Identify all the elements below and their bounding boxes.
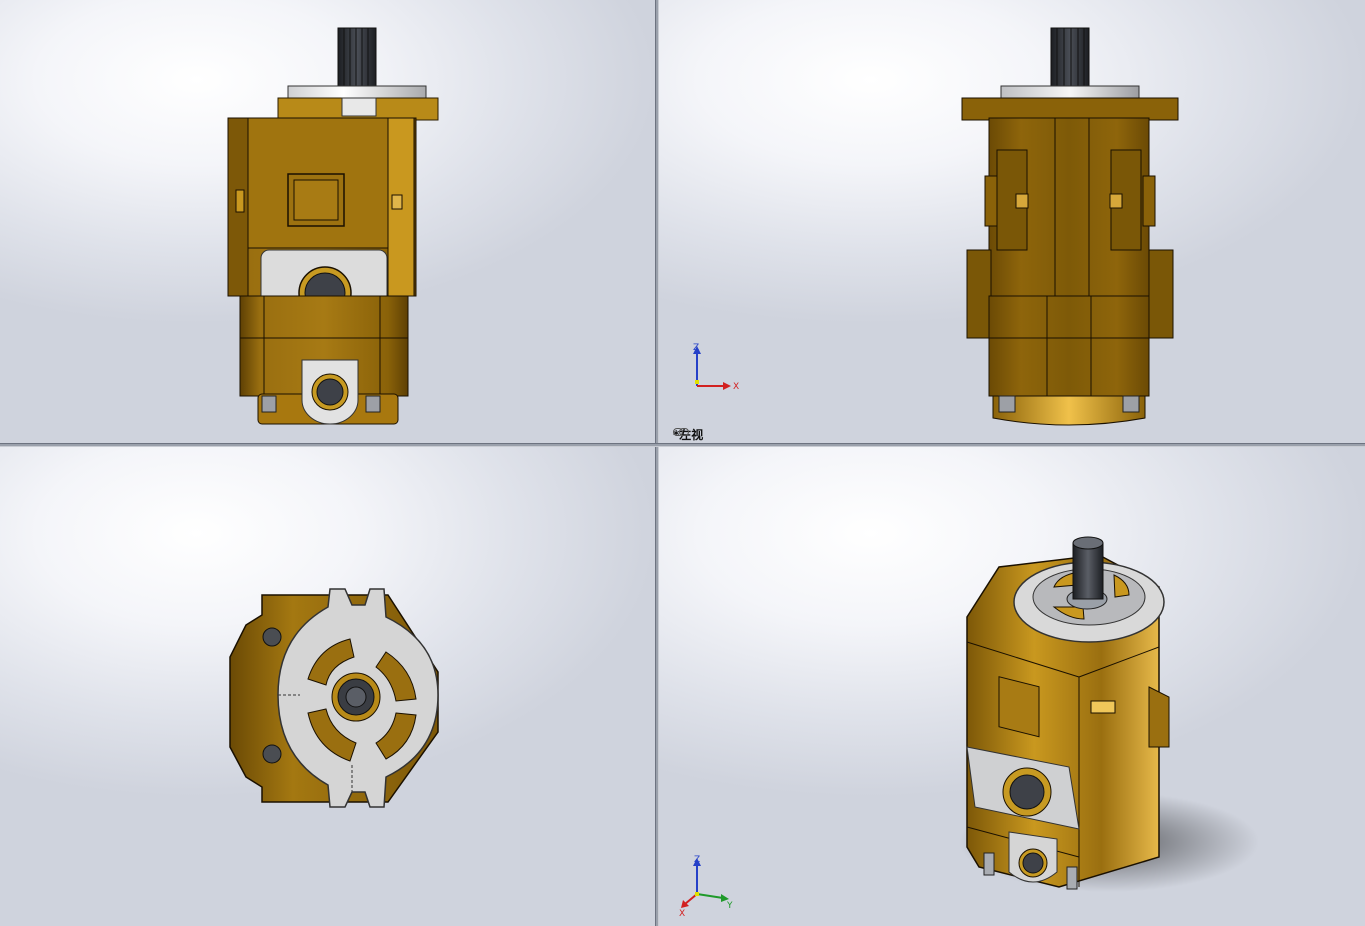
vertical-viewport-splitter[interactable] [655,0,659,926]
isometric-view-model[interactable] [659,447,1365,926]
flange-plate [287,85,427,99]
axis-z-label: Z [693,343,699,353]
top-view-model[interactable] [0,447,655,926]
axis-x-label: X [679,909,685,918]
axis-x-label: X [733,382,739,392]
axis-z-label: Z [694,855,700,865]
view-name-label[interactable]: *左视 [673,427,703,442]
shaft [1072,542,1104,600]
viewport-front[interactable] [0,0,655,443]
horizontal-viewport-splitter[interactable] [0,443,1365,447]
front-view-model[interactable] [0,0,655,443]
link-icon[interactable] [673,427,689,437]
coordinate-triad-icon: Z Y X [679,855,733,918]
viewport-top[interactable] [0,447,655,926]
left-view-model[interactable] [659,0,1365,443]
axis-y-label: Y [726,901,733,911]
viewport-left[interactable]: Z X *左视 [659,0,1365,443]
viewport-isometric[interactable]: Z Y X [659,447,1365,926]
flange-plate [1000,85,1140,99]
pump-body-lower [988,295,1150,397]
coordinate-triad-icon: Z X [693,343,739,392]
